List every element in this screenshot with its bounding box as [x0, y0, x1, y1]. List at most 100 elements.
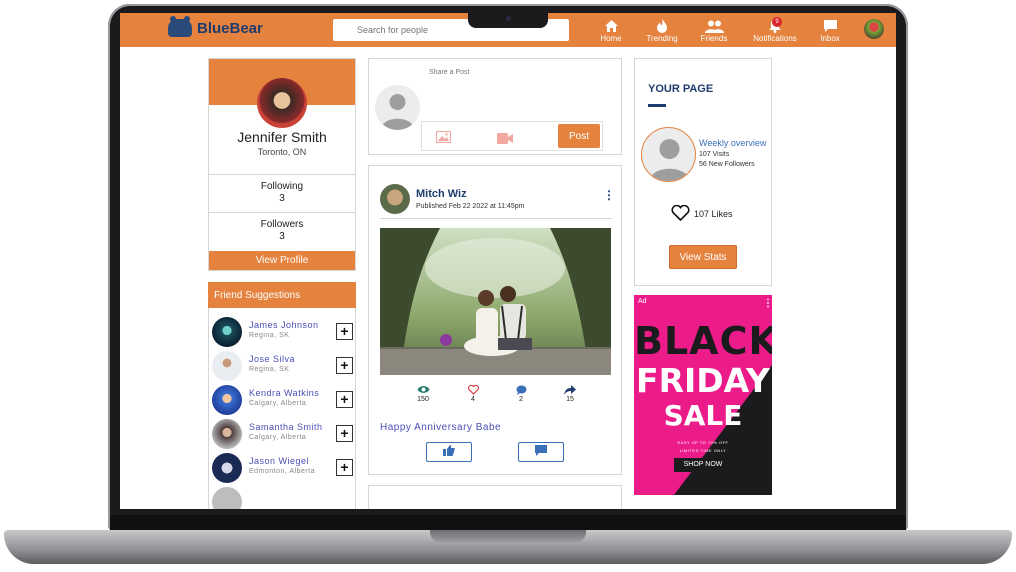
brand-logo[interactable]: BlueBear	[168, 16, 263, 37]
add-friend-button[interactable]: +	[336, 459, 353, 476]
followers-stat[interactable]: Followers 3	[209, 212, 355, 252]
profile-card: Jennifer Smith Toronto, ON Following 3 F…	[208, 58, 356, 271]
add-friend-button[interactable]: +	[336, 425, 353, 442]
feed-post-next	[368, 485, 622, 509]
friend-name[interactable]: Jason Wiegel	[249, 456, 309, 466]
avatar[interactable]	[212, 453, 242, 483]
add-friend-button[interactable]: +	[336, 323, 353, 340]
post-author-avatar[interactable]	[380, 184, 410, 214]
friend-name[interactable]: Samantha Smith	[249, 422, 323, 432]
profile-avatar[interactable]	[257, 78, 307, 128]
laptop-camera-notch	[468, 10, 548, 28]
your-page-title: YOUR PAGE	[648, 83, 714, 95]
ad-label: Ad	[638, 298, 647, 305]
heart-outline-icon	[671, 204, 690, 223]
friend-name[interactable]: James Johnson	[249, 320, 319, 330]
friend-name[interactable]: Kendra Watkins	[249, 388, 319, 398]
comments-count: 2	[519, 396, 523, 403]
users-icon	[698, 16, 730, 33]
composer-actions: Post	[421, 121, 603, 151]
view-stats-button[interactable]: View Stats	[669, 245, 737, 269]
friend-name[interactable]: Jose Silva	[249, 354, 295, 364]
add-friend-button[interactable]: +	[336, 391, 353, 408]
ad-menu-icon[interactable]: ⋮	[763, 299, 772, 309]
following-label: Following	[260, 181, 304, 192]
weekly-overview-link[interactable]: Weekly overview	[699, 138, 766, 148]
heart-icon	[458, 383, 488, 396]
share-icon	[555, 383, 585, 396]
nav-home[interactable]: Home	[600, 16, 622, 43]
nav-trending[interactable]: Trending	[644, 16, 680, 43]
home-icon	[600, 16, 622, 33]
image-icon[interactable]	[435, 130, 452, 148]
shop-now-button[interactable]: SHOP NOW	[674, 458, 732, 472]
video-icon[interactable]	[497, 131, 513, 149]
friend-location: Regina, SK	[249, 332, 290, 339]
nav-friends[interactable]: Friends	[698, 16, 730, 43]
laptop-mockup: BlueBear Home Trending Friends	[0, 0, 1016, 572]
avatar[interactable]	[212, 317, 242, 347]
title-underline	[648, 104, 666, 107]
weekly-new-followers: 56 New Followers	[699, 161, 755, 168]
share-post-input[interactable]	[424, 63, 617, 121]
post-timestamp: Published Feb 22 2022 at 11:45pm	[416, 203, 525, 210]
followers-label: Followers	[260, 219, 304, 230]
laptop-chin	[110, 515, 906, 531]
nav-home-label: Home	[600, 34, 622, 43]
nav-inbox-label: Inbox	[820, 34, 840, 43]
post-author-name[interactable]: Mitch Wiz	[416, 188, 467, 200]
page-likes-count: 107 Likes	[694, 209, 733, 219]
comment-icon	[506, 383, 536, 396]
add-friend-button[interactable]: +	[336, 357, 353, 374]
app-screen: BlueBear Home Trending Friends	[120, 13, 896, 509]
list-item: James Johnson Regina, SK +	[212, 317, 354, 349]
shares-metric[interactable]: 15	[555, 383, 585, 403]
like-button[interactable]	[426, 442, 472, 462]
composer-avatar	[375, 85, 420, 130]
laptop-base-notch	[430, 530, 586, 542]
post-divider	[380, 218, 612, 219]
list-item: Jason Wiegel Edmonton, Alberta +	[212, 453, 354, 485]
brand-name: BlueBear	[197, 19, 263, 37]
friend-suggestions-title: Friend Suggestions	[208, 282, 356, 308]
avatar[interactable]	[212, 385, 242, 415]
nav-notifications[interactable]: 9 Notifications	[748, 16, 802, 43]
post-menu-icon[interactable]: ⋮	[603, 189, 615, 201]
fire-icon	[644, 16, 680, 33]
weekly-visits: 107 Visits	[699, 151, 730, 158]
avatar[interactable]	[212, 351, 242, 381]
view-profile-button[interactable]: View Profile	[209, 251, 355, 270]
views-count: 150	[417, 396, 429, 403]
friend-location: Calgary, Alberta	[249, 400, 307, 407]
comment-button[interactable]	[518, 442, 564, 462]
shares-count: 15	[566, 396, 574, 403]
your-page-card: YOUR PAGE Weekly overview 107 Visits 56 …	[634, 58, 772, 286]
avatar[interactable]	[212, 419, 242, 449]
post-photo[interactable]	[380, 228, 611, 375]
list-item: Samantha Smith Calgary, Alberta +	[212, 419, 354, 451]
black-friday-ad[interactable]: Ad ⋮ BLACK FRIDAY SALE EASY UP TO 70% OF…	[634, 295, 772, 495]
followers-count: 3	[279, 231, 285, 242]
friend-location: Edmonton, Alberta	[249, 468, 316, 475]
likes-metric[interactable]: 4	[458, 383, 488, 403]
list-item: Jose Silva Regina, SK +	[212, 351, 354, 383]
profile-location: Toronto, ON	[257, 147, 307, 157]
post-button[interactable]: Post	[558, 124, 600, 148]
nav-friends-label: Friends	[700, 34, 728, 43]
views-metric: 150	[408, 383, 438, 403]
nav-inbox[interactable]: Inbox	[818, 16, 842, 43]
following-count: 3	[279, 193, 285, 204]
ad-headline-1: BLACK	[634, 319, 772, 363]
post-composer: Post	[368, 58, 622, 155]
ad-headline-2: FRIDAY	[636, 361, 770, 400]
friend-location: Calgary, Alberta	[249, 434, 307, 441]
user-avatar-menu[interactable]	[864, 19, 884, 39]
ad-offer-text: EASY UP TO 70% OFF	[677, 440, 729, 445]
nav-notifications-label: Notifications	[753, 34, 797, 43]
thumbs-up-icon	[443, 443, 455, 461]
friend-location: Regina, SK	[249, 366, 290, 373]
chat-icon	[818, 16, 842, 33]
comments-metric[interactable]: 2	[506, 383, 536, 403]
following-stat[interactable]: Following 3	[209, 174, 355, 212]
avatar[interactable]	[212, 487, 242, 509]
